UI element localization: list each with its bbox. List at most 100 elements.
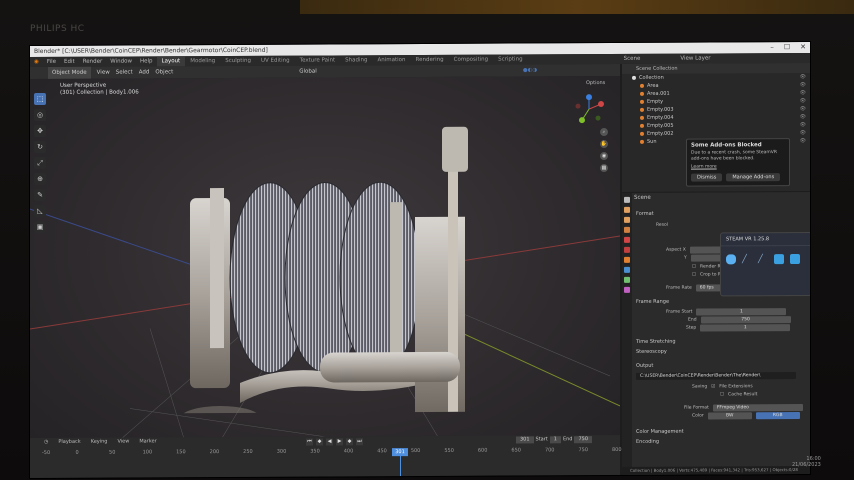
menu-file[interactable]: File [43, 57, 60, 67]
color-management-section[interactable]: Color Management [636, 429, 684, 435]
view-layer-tab-icon[interactable] [624, 226, 630, 233]
cache-result-checkbox[interactable]: ☐ [720, 392, 724, 397]
output-tab-icon[interactable] [624, 216, 630, 223]
tab-compositing[interactable]: Compositing [449, 55, 493, 65]
scale-icon[interactable]: ⤢ [34, 156, 46, 170]
render-region-checkbox[interactable]: ☐ [692, 265, 696, 270]
color-rgb-button[interactable]: RGB [755, 412, 800, 420]
transform-icon[interactable]: ⊕ [34, 172, 46, 186]
frame-start-field[interactable]: 1 [696, 308, 787, 316]
rotate-icon[interactable]: ↻ [34, 140, 46, 154]
visibility-eye-icon[interactable]: 👁 [800, 121, 806, 129]
3d-viewport[interactable]: User Perspective (301) Collection | Body… [30, 75, 620, 460]
select-box-icon[interactable]: ⬚ [34, 92, 46, 106]
learn-more-link[interactable]: Learn more [691, 164, 785, 169]
zoom-icon[interactable]: ⌕ [600, 128, 608, 137]
format-section[interactable]: Format [636, 211, 654, 217]
menu-help[interactable]: Help [136, 56, 157, 66]
time-stretching-section[interactable]: Time Stretching [636, 339, 676, 345]
timeline-editor-type-icon[interactable]: ◷ [44, 438, 48, 447]
navigation-gizmo[interactable] [574, 94, 604, 124]
world-tab-icon[interactable] [624, 246, 630, 253]
cursor-icon[interactable]: ◎ [34, 108, 46, 122]
close-button[interactable]: ✕ [800, 42, 806, 53]
physics-tab-icon[interactable] [624, 276, 630, 283]
menu-render[interactable]: Render [79, 57, 107, 67]
color-bw-button[interactable]: BW [707, 412, 752, 420]
visibility-eye-icon[interactable]: 👁 [800, 97, 806, 105]
file-format-dropdown[interactable]: FFmpeg Video [712, 403, 803, 412]
annotate-icon[interactable]: ✎ [34, 188, 46, 202]
visibility-eye-icon[interactable]: 👁 [800, 73, 806, 81]
marker-menu[interactable]: Marker [139, 437, 156, 446]
base-station-2-icon[interactable] [790, 254, 800, 265]
move-icon[interactable]: ✥ [34, 124, 46, 138]
transform-orientation-dropdown[interactable]: Global [299, 66, 317, 78]
object-tab-icon[interactable] [624, 256, 630, 263]
frame-end-field[interactable]: 750 [700, 316, 791, 324]
stereoscopy-section[interactable]: Stereoscopy [636, 349, 667, 355]
manage-addons-button[interactable]: Manage Add-ons [726, 173, 781, 182]
visibility-eye-icon[interactable]: 👁 [800, 113, 806, 121]
view-layer-selector[interactable]: View Layer [676, 53, 714, 63]
visibility-eye-icon[interactable]: 👁 [800, 89, 806, 97]
jump-end-icon[interactable]: ⏭ [356, 438, 363, 446]
tab-animation[interactable]: Animation [372, 55, 410, 65]
material-tab-icon[interactable] [624, 286, 630, 293]
minimize-button[interactable]: – [770, 42, 774, 53]
play-icon[interactable]: ▶ [336, 438, 343, 446]
view-menu-timeline[interactable]: View [117, 438, 129, 447]
jump-start-icon[interactable]: ⏮ [306, 438, 313, 446]
playhead-frame[interactable]: 301 [392, 448, 408, 457]
tab-shading[interactable]: Shading [340, 55, 372, 65]
keying-menu[interactable]: Keying [91, 438, 108, 447]
options-dropdown[interactable]: Options [586, 80, 605, 86]
shading-mode-icon[interactable]: ●◐◑ [523, 64, 537, 76]
menu-window[interactable]: Window [106, 56, 136, 66]
controller-right-icon[interactable]: ╱ [758, 254, 768, 264]
start-frame-field[interactable]: 1 [549, 436, 561, 444]
menu-edit[interactable]: Edit [60, 57, 79, 67]
tab-texture-paint[interactable]: Texture Paint [295, 55, 341, 65]
controller-left-icon[interactable]: ╱ [742, 254, 752, 264]
dismiss-button[interactable]: Dismiss [691, 173, 723, 182]
output-path-field[interactable]: C:\USER\Bender\CoinCEP\Render\Bender\The… [636, 372, 796, 380]
visibility-eye-icon[interactable]: 👁 [800, 81, 806, 89]
visibility-eye-icon[interactable]: 👁 [800, 105, 806, 113]
crop-checkbox[interactable]: ☐ [692, 273, 696, 278]
prev-key-icon[interactable]: ◆ [316, 438, 323, 446]
tab-sculpting[interactable]: Sculpting [220, 56, 256, 66]
next-key-icon[interactable]: ◆ [346, 438, 353, 446]
tab-layout[interactable]: Layout [156, 56, 186, 67]
view-menu[interactable]: View [97, 67, 110, 79]
base-station-icon[interactable] [774, 254, 784, 265]
modifier-tab-icon[interactable] [624, 266, 630, 273]
ortho-grid-icon[interactable]: ▦ [600, 164, 608, 173]
render-tab-icon[interactable] [624, 206, 630, 213]
object-mode-dropdown[interactable]: Object Mode [48, 66, 91, 79]
tool-tab-icon[interactable] [624, 196, 630, 203]
end-frame-field[interactable]: 750 [574, 436, 593, 444]
measure-icon[interactable]: ◺ [34, 204, 46, 218]
playback-menu[interactable]: Playback [58, 438, 80, 447]
object-menu[interactable]: Object [155, 66, 173, 78]
add-menu[interactable]: Add [139, 66, 150, 78]
camera-view-icon[interactable]: ◉ [600, 152, 608, 161]
headset-icon[interactable] [726, 254, 736, 265]
maximize-button[interactable]: ☐ [784, 42, 790, 53]
pan-hand-icon[interactable]: ✋ [600, 140, 608, 149]
tab-scripting[interactable]: Scripting [493, 54, 527, 64]
timeline-ruler[interactable]: -50 0 50 100 150 200 250 300 350 400 450 500 550 600 6… [30, 447, 622, 460]
frame-step-field[interactable]: 1 [700, 324, 791, 332]
scene-tab-icon[interactable] [624, 236, 630, 243]
tab-modeling[interactable]: Modeling [185, 56, 220, 66]
frame-range-section[interactable]: Frame Range [636, 299, 669, 305]
tab-rendering[interactable]: Rendering [411, 55, 449, 65]
cache-result-row[interactable]: ☐ Cache Result [720, 392, 757, 397]
visibility-eye-icon[interactable]: 👁 [800, 137, 806, 145]
add-cube-icon[interactable]: ▣ [34, 220, 46, 234]
tab-uv-editing[interactable]: UV Editing [256, 56, 295, 66]
current-frame-field[interactable]: 301 [516, 436, 534, 444]
play-reverse-icon[interactable]: ◀ [326, 438, 333, 446]
gearmotor-model[interactable] [180, 112, 500, 414]
